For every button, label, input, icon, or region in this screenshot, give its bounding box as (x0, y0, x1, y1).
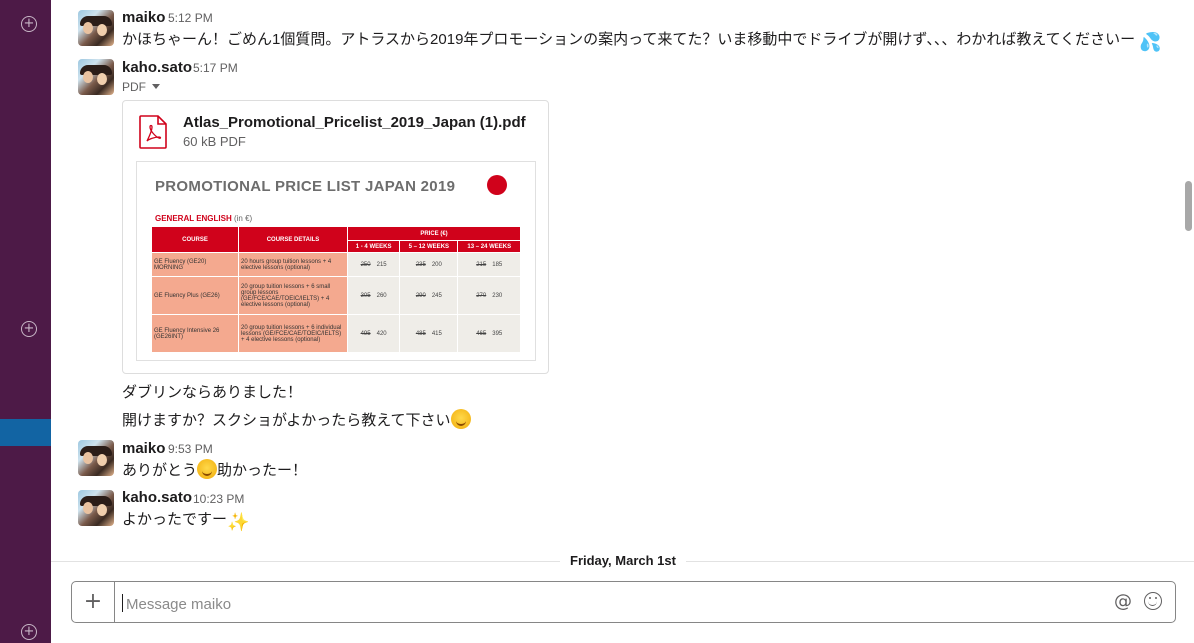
message-author[interactable]: kaho.sato (122, 59, 192, 77)
smiling-face-icon (197, 459, 218, 479)
sweat-droplets-icon: 💦 (1139, 32, 1162, 52)
table-row: GE Fluency (GE20) MORNING 20 hours group… (151, 252, 521, 277)
avatar[interactable] (78, 490, 114, 526)
message-timestamp[interactable]: 10:23 PM (193, 490, 244, 508)
message-timestamp[interactable]: 5:17 PM (193, 59, 238, 77)
message-text: よかったですー✨ (122, 511, 250, 532)
message-pane: maiko 5:12 PM かほちゃーん！ごめん1個質問。アトラスから2019年… (51, 0, 1194, 643)
col-details: COURSE DETAILS (238, 226, 348, 253)
file-meta: 60 kB PDF (183, 134, 246, 149)
smiling-face-icon (450, 409, 471, 429)
sidebar-active-item[interactable] (0, 419, 51, 446)
date-divider[interactable]: Friday, March 1st (560, 552, 686, 570)
file-name[interactable]: Atlas_Promotional_Pricelist_2019_Japan (… (183, 114, 526, 132)
pdf-preview[interactable]: PROMOTIONAL PRICE LIST JAPAN 2019 GENERA… (136, 161, 536, 361)
message-input[interactable] (124, 592, 1108, 616)
avatar[interactable] (78, 59, 114, 95)
table-row: GE Fluency Plus (GE26) 20 group tuition … (151, 276, 521, 315)
avatar[interactable] (78, 440, 114, 476)
col-weeks-2: 5 – 12 WEEKS (399, 240, 459, 253)
message-text: 開けますか？スクショがよかったら教えて下さい (122, 409, 471, 432)
col-weeks-3: 13 – 24 WEEKS (457, 240, 521, 253)
add-app-icon[interactable]: + (21, 624, 37, 640)
message-text: かほちゃーん！ごめん1個質問。アトラスから2019年プロモーションの案内って来て… (122, 31, 1162, 52)
text-cursor (122, 594, 123, 612)
message-author[interactable]: maiko (122, 9, 165, 27)
message-timestamp[interactable]: 9:53 PM (168, 440, 213, 458)
japan-flag-dot (487, 175, 507, 195)
message-author[interactable]: kaho.sato (122, 489, 192, 507)
message-composer: + @ (71, 581, 1176, 623)
workspace-sidebar: + + + (0, 0, 51, 643)
col-weeks-1: 1 - 4 WEEKS (346, 240, 401, 253)
avatar[interactable] (78, 10, 114, 46)
add-channel-icon[interactable]: + (21, 16, 37, 32)
mention-icon[interactable]: @ (1114, 592, 1132, 612)
pdf-file-icon (139, 115, 167, 149)
message-text: ダブリンならありました！ (122, 384, 303, 401)
sparkles-icon: ✨ (227, 512, 250, 532)
message-text: ありがとう 助かったー！ (122, 459, 307, 482)
add-attachment-button[interactable]: + (72, 582, 115, 622)
message-author[interactable]: maiko (122, 440, 165, 458)
table-row: GE Fluency Intensive 26 (GE26INT) 20 gro… (151, 314, 521, 353)
chevron-down-icon (152, 84, 160, 89)
col-price: PRICE (€) (347, 226, 521, 241)
preview-title: PROMOTIONAL PRICE LIST JAPAN 2019 (155, 178, 456, 195)
col-course: COURSE (151, 226, 239, 253)
attachment-type-toggle[interactable]: PDF (122, 80, 160, 94)
add-dm-icon[interactable]: + (21, 321, 37, 337)
preview-section: GENERAL ENGLISH (in €) (155, 214, 253, 223)
message-timestamp[interactable]: 5:12 PM (168, 9, 213, 27)
preview-price-table: COURSE COURSE DETAILS PRICE (€) 1 - 4 WE… (151, 226, 521, 353)
emoji-picker-icon[interactable] (1144, 592, 1162, 610)
scrollbar[interactable] (1185, 181, 1192, 231)
file-attachment-card[interactable]: Atlas_Promotional_Pricelist_2019_Japan (… (122, 100, 549, 374)
